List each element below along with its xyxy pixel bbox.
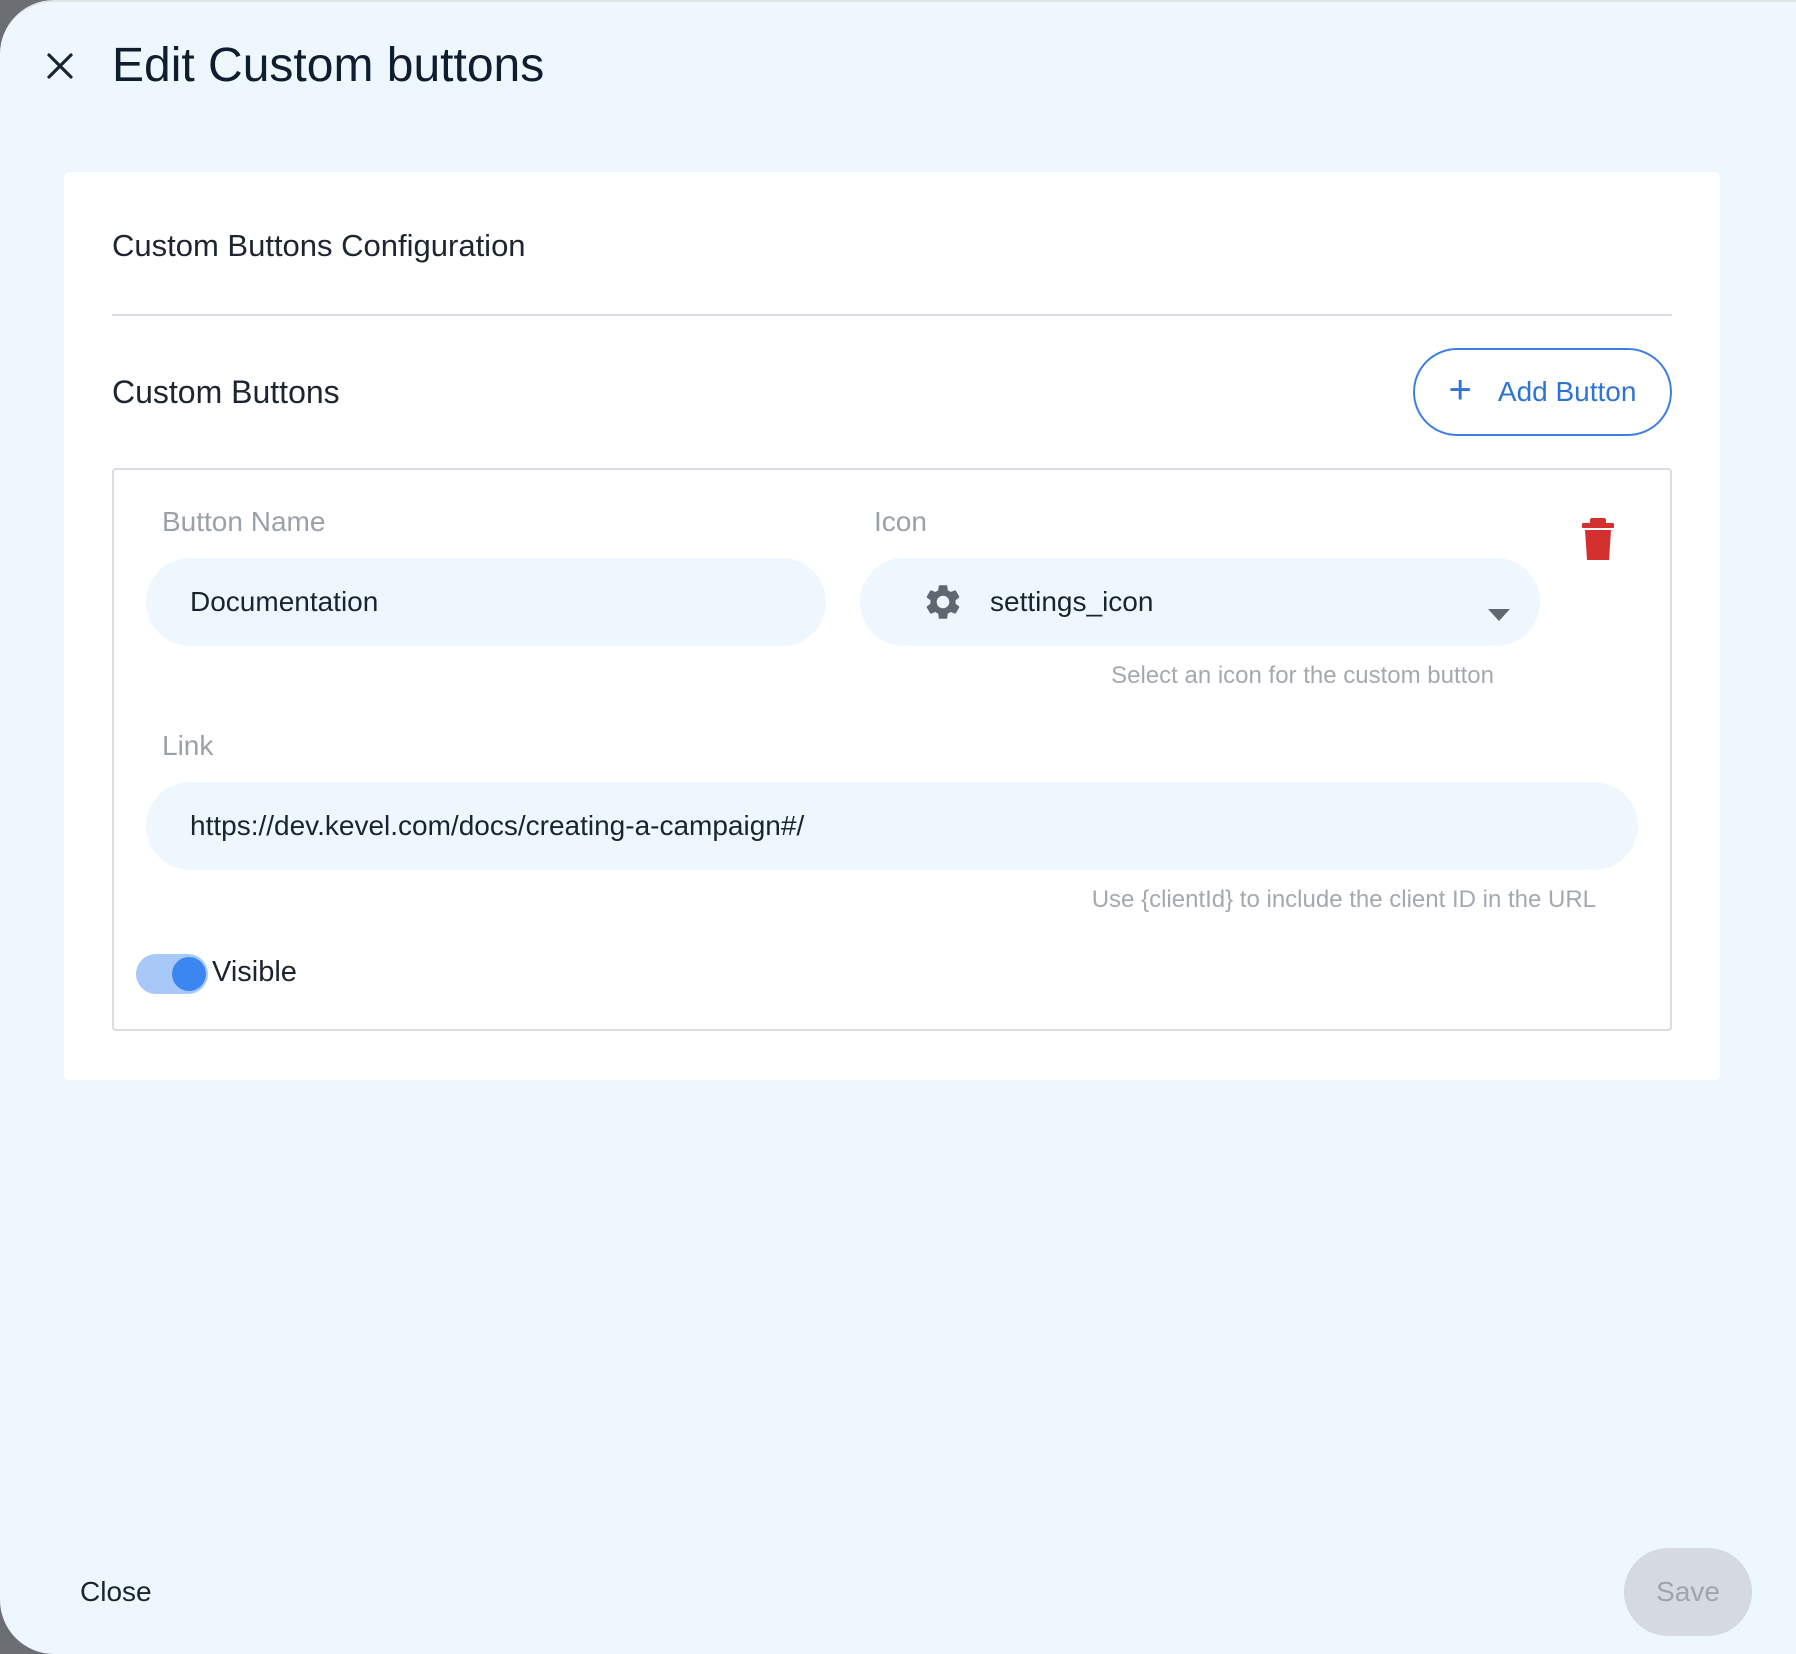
section-title: Custom Buttons Configuration: [112, 228, 526, 263]
subsection-title: Custom Buttons: [112, 374, 340, 410]
link-helper-text: Use {clientId} to include the client ID …: [1091, 886, 1596, 913]
icon-select[interactable]: settings_icon: [860, 558, 1540, 646]
save-button[interactable]: Save: [1624, 1548, 1752, 1636]
link-input[interactable]: https://dev.kevel.com/docs/creating-a-ca…: [146, 782, 1638, 870]
icon-helper-text: Select an icon for the custom button: [1111, 662, 1494, 689]
close-button[interactable]: Close: [80, 1576, 152, 1608]
button-name-input[interactable]: Documentation: [146, 558, 826, 646]
add-button[interactable]: + Add Button: [1413, 348, 1672, 436]
button-name-value: Documentation: [190, 586, 379, 617]
close-icon[interactable]: [40, 46, 80, 86]
icon-select-value: settings_icon: [990, 586, 1154, 617]
button-name-label: Button Name: [162, 506, 326, 537]
configuration-card: Custom Buttons Configuration Custom Butt…: [64, 172, 1720, 1080]
visible-label: Visible: [212, 956, 297, 988]
add-button-label: Add Button: [1497, 376, 1637, 407]
edit-custom-buttons-dialog: Edit Custom buttons Custom Buttons Confi…: [0, 0, 1796, 1654]
gear-icon: [922, 581, 964, 623]
plus-icon: +: [1448, 368, 1472, 412]
trash-icon[interactable]: [1578, 516, 1618, 562]
dialog-title: Edit Custom buttons: [112, 39, 545, 92]
link-label: Link: [162, 730, 214, 761]
visible-toggle[interactable]: [136, 954, 208, 994]
link-value: https://dev.kevel.com/docs/creating-a-ca…: [190, 810, 805, 841]
custom-button-item: Button Name Icon Documentation settings_…: [112, 468, 1672, 1031]
chevron-down-icon: [1488, 596, 1510, 628]
toggle-knob: [172, 957, 206, 991]
divider: [112, 314, 1672, 316]
icon-label: Icon: [874, 506, 927, 537]
